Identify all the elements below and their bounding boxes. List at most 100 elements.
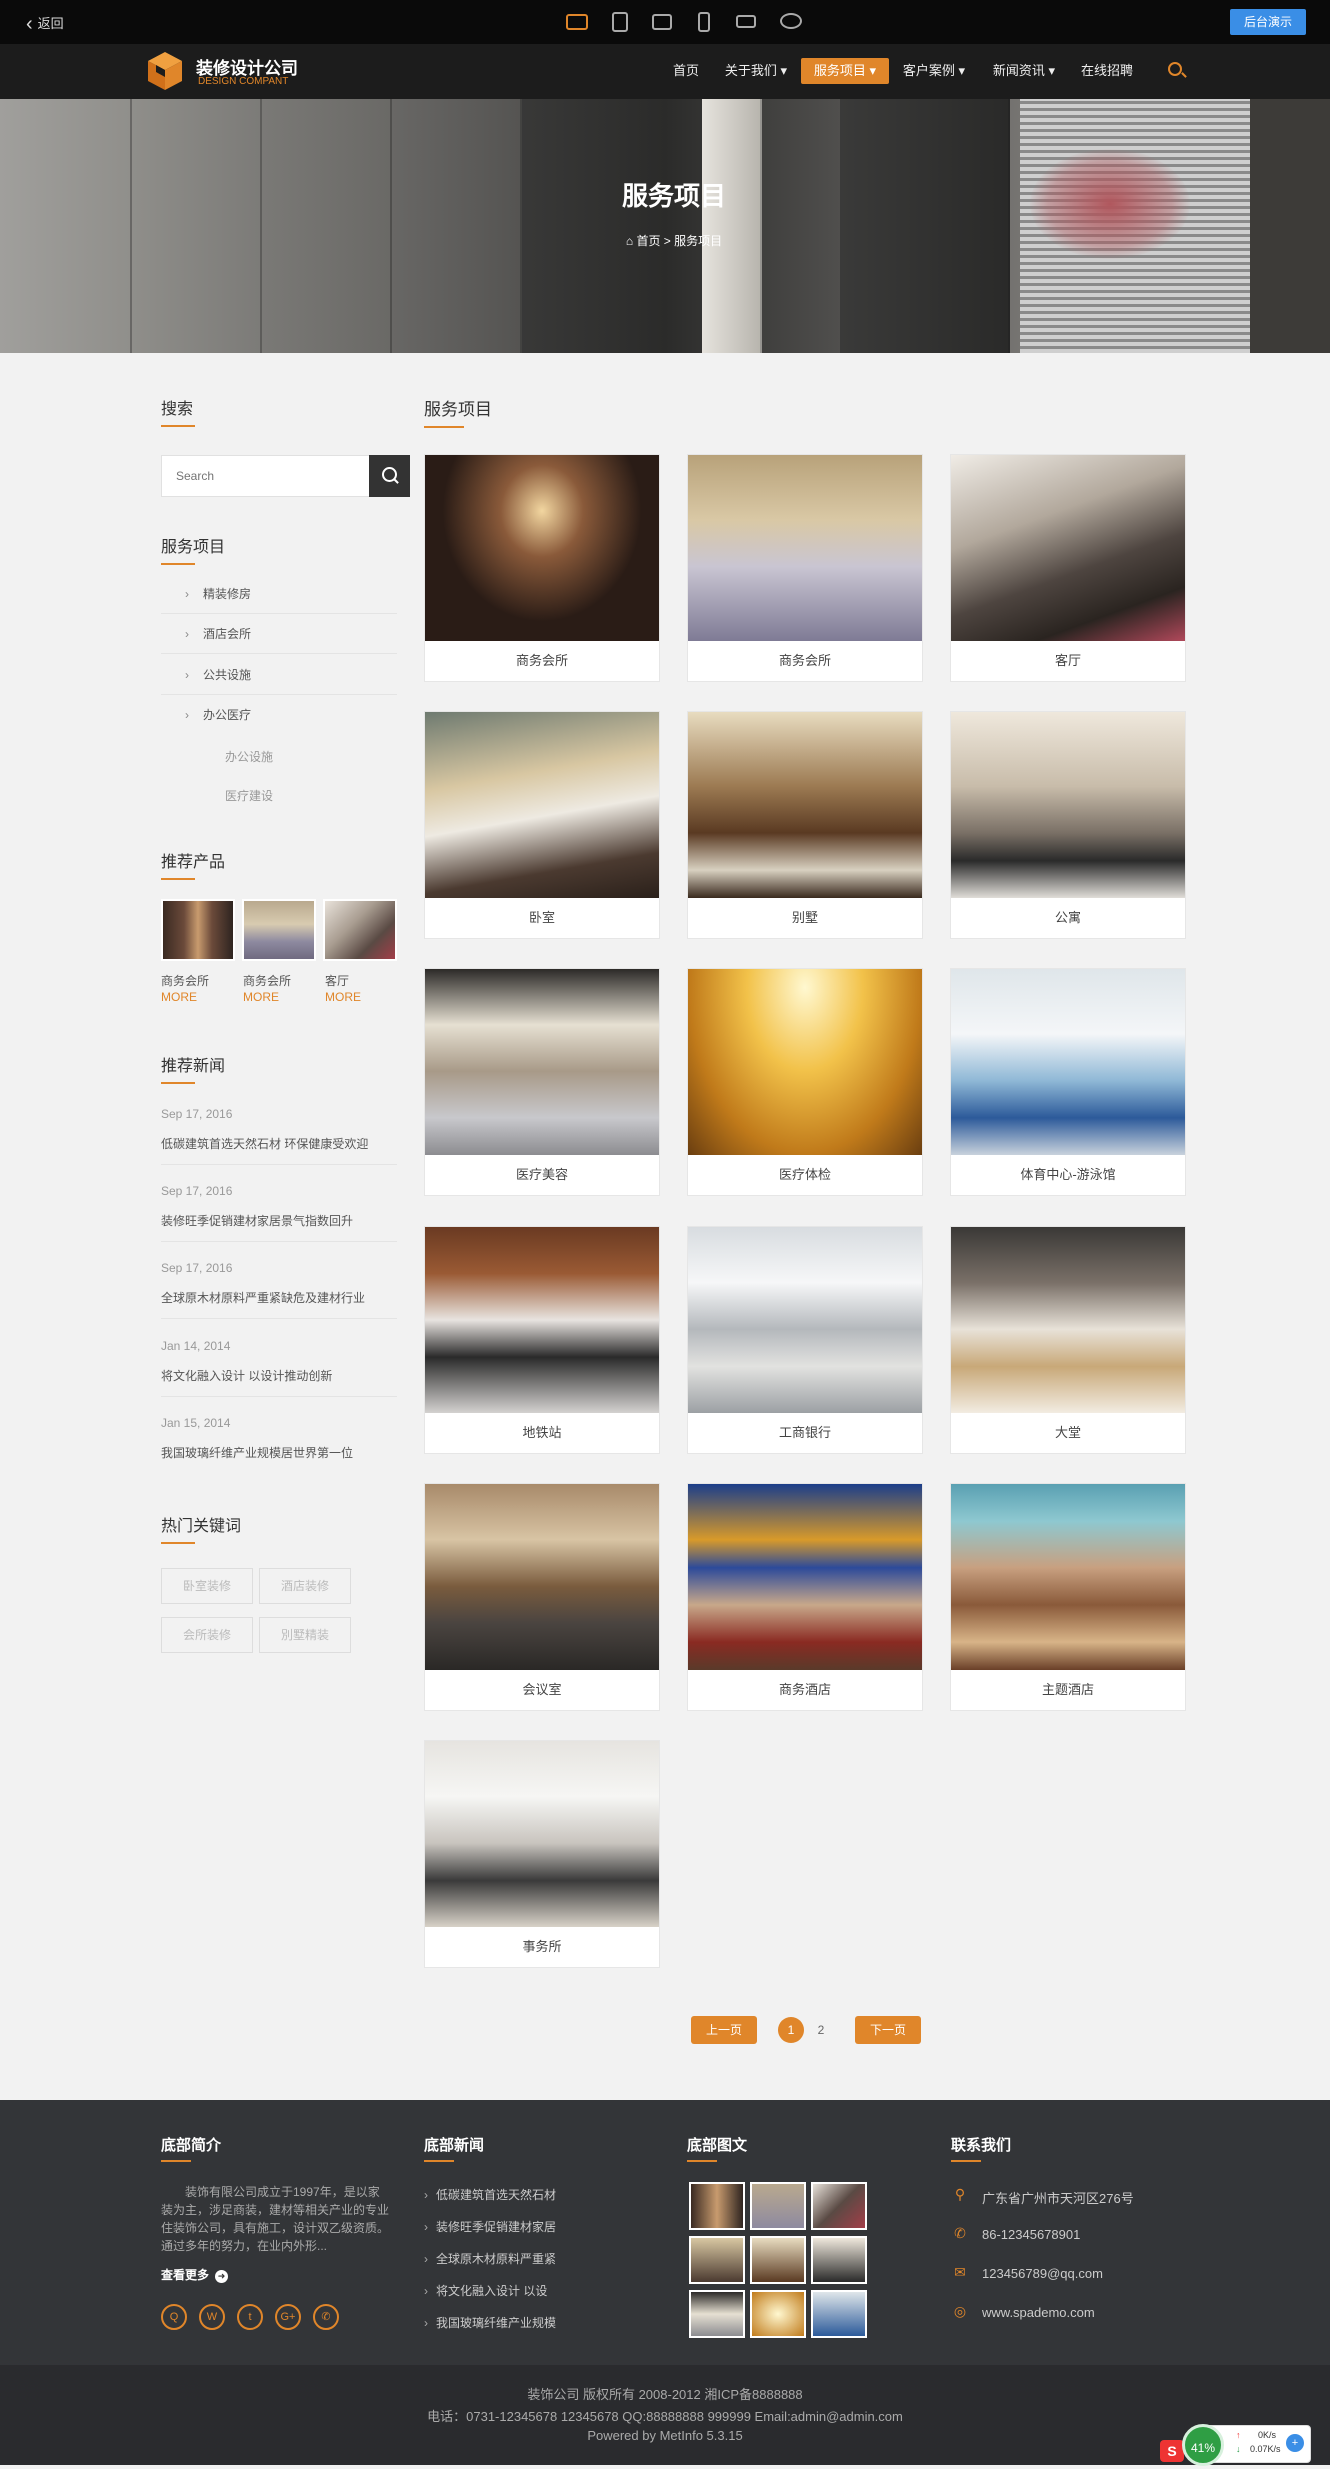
product-thumbnail[interactable]	[323, 899, 397, 961]
product-name[interactable]: 商务会所	[243, 972, 291, 989]
project-caption[interactable]: 医疗美容	[425, 1155, 659, 1195]
nav-item-services[interactable]: 服务项目 ▾	[801, 58, 889, 84]
phone-icon[interactable]	[698, 12, 710, 32]
project-card[interactable]: 客厅	[950, 454, 1186, 682]
subcategory-office[interactable]: 办公设施	[225, 748, 273, 765]
boost-icon[interactable]: +	[1286, 2434, 1304, 2452]
footer-gallery-thumb[interactable]	[750, 2236, 806, 2284]
project-caption[interactable]: 事务所	[425, 1927, 659, 1967]
project-card[interactable]: 大堂	[950, 1226, 1186, 1454]
product-more-link[interactable]: MORE	[161, 990, 197, 1004]
footer-gallery-thumb[interactable]	[689, 2182, 745, 2230]
project-image[interactable]	[688, 1484, 922, 1670]
footer-news-link[interactable]: 我国玻璃纤维产业规模	[424, 2314, 556, 2331]
project-caption[interactable]: 医疗体检	[688, 1155, 922, 1195]
footer-gallery-thumb[interactable]	[750, 2290, 806, 2338]
search-icon[interactable]	[1168, 62, 1182, 76]
project-image[interactable]	[425, 712, 659, 898]
product-name[interactable]: 客厅	[325, 972, 349, 989]
sidebar-item-hotel[interactable]: › 酒店会所	[161, 614, 397, 654]
project-card[interactable]: 事务所	[424, 1740, 660, 1968]
project-caption[interactable]: 商务会所	[425, 641, 659, 681]
powered-by[interactable]: Powered by MetInfo 5.3.15	[0, 2428, 1330, 2443]
project-card[interactable]: 医疗美容	[424, 968, 660, 1196]
nav-item-news[interactable]: 新闻资讯 ▾	[986, 58, 1062, 84]
sidebar-item-public[interactable]: › 公共设施	[161, 655, 397, 695]
news-title-link[interactable]: 全球原木材原料严重紧缺危及建材行业	[161, 1289, 397, 1319]
news-title-link[interactable]: 我国玻璃纤维产业规模居世界第一位	[161, 1444, 397, 1473]
qq-icon[interactable]: Q	[161, 2304, 187, 2330]
project-image[interactable]	[951, 969, 1185, 1155]
project-caption[interactable]: 商务会所	[688, 641, 922, 681]
project-card[interactable]: 商务酒店	[687, 1483, 923, 1711]
tablet-icon[interactable]	[612, 12, 628, 32]
project-image[interactable]	[951, 1484, 1185, 1670]
tablet-landscape-icon[interactable]	[652, 14, 672, 30]
project-image[interactable]	[425, 1227, 659, 1413]
project-image[interactable]	[688, 969, 922, 1155]
project-card[interactable]: 商务会所	[424, 454, 660, 682]
project-image[interactable]	[951, 455, 1185, 641]
twitter-icon[interactable]: t	[237, 2304, 263, 2330]
sidebar-item-decoration[interactable]: › 精装修房	[161, 574, 397, 614]
nav-item-about[interactable]: 关于我们 ▾	[718, 58, 794, 84]
nav-item-cases[interactable]: 客户案例 ▾	[896, 58, 972, 84]
search-input[interactable]	[162, 456, 362, 496]
google-plus-icon[interactable]: G+	[275, 2304, 301, 2330]
memory-usage-indicator[interactable]: 41%	[1182, 2424, 1224, 2466]
project-image[interactable]	[425, 1741, 659, 1927]
project-card[interactable]: 公寓	[950, 711, 1186, 939]
project-caption[interactable]: 地铁站	[425, 1413, 659, 1453]
project-image[interactable]	[688, 455, 922, 641]
nav-item-jobs[interactable]: 在线招聘	[1074, 58, 1140, 84]
keyword-tag[interactable]: 別墅精装	[259, 1617, 351, 1653]
back-link[interactable]: 返回	[26, 13, 64, 36]
project-caption[interactable]: 商务酒店	[688, 1670, 922, 1710]
project-card[interactable]: 工商银行	[687, 1226, 923, 1454]
product-more-link[interactable]: MORE	[243, 990, 279, 1004]
breadcrumb[interactable]: ⌂ 首页 > 服务项目	[0, 232, 1330, 249]
project-caption[interactable]: 体育中心-游泳馆	[951, 1155, 1185, 1195]
keyword-tag[interactable]: 酒店装修	[259, 1568, 351, 1604]
footer-news-link[interactable]: 全球原木材原料严重紧	[424, 2250, 556, 2267]
contact-website[interactable]: www.spademo.com	[982, 2305, 1095, 2320]
admin-demo-button[interactable]: 后台演示	[1230, 9, 1306, 35]
sidebar-item-office-medical[interactable]: › 办公医疗	[161, 695, 397, 735]
desktop-icon[interactable]	[566, 14, 588, 30]
project-card[interactable]: 卧室	[424, 711, 660, 939]
project-caption[interactable]: 工商银行	[688, 1413, 922, 1453]
project-caption[interactable]: 大堂	[951, 1413, 1185, 1453]
project-card[interactable]: 主题酒店	[950, 1483, 1186, 1711]
product-thumbnail[interactable]	[161, 899, 235, 961]
view-more-link[interactable]: 查看更多	[161, 2266, 228, 2283]
project-image[interactable]	[425, 969, 659, 1155]
logo-icon[interactable]	[146, 50, 184, 92]
next-page-button[interactable]: 下一页	[855, 2016, 921, 2044]
footer-gallery-thumb[interactable]	[689, 2236, 745, 2284]
footer-gallery-thumb[interactable]	[689, 2290, 745, 2338]
project-card[interactable]: 会议室	[424, 1483, 660, 1711]
footer-gallery-thumb[interactable]	[811, 2182, 867, 2230]
page-link[interactable]: 2	[808, 2016, 834, 2044]
project-image[interactable]	[951, 712, 1185, 898]
project-caption[interactable]: 客厅	[951, 641, 1185, 681]
project-image[interactable]	[688, 712, 922, 898]
project-caption[interactable]: 会议室	[425, 1670, 659, 1710]
project-caption[interactable]: 主题酒店	[951, 1670, 1185, 1710]
contact-email[interactable]: 123456789@qq.com	[982, 2266, 1103, 2281]
project-card[interactable]: 体育中心-游泳馆	[950, 968, 1186, 1196]
product-name[interactable]: 商务会所	[161, 972, 209, 989]
project-caption[interactable]: 卧室	[425, 898, 659, 938]
news-title-link[interactable]: 低碳建筑首选天然石材 环保健康受欢迎	[161, 1135, 397, 1165]
project-caption[interactable]: 公寓	[951, 898, 1185, 938]
wechat-icon[interactable]: ✆	[313, 2304, 339, 2330]
project-image[interactable]	[425, 1484, 659, 1670]
footer-gallery-thumb[interactable]	[750, 2182, 806, 2230]
footer-news-link[interactable]: 装修旺季促销建材家居	[424, 2218, 556, 2235]
product-more-link[interactable]: MORE	[325, 990, 361, 1004]
project-card[interactable]: 商务会所	[687, 454, 923, 682]
project-image[interactable]	[425, 455, 659, 641]
search-button[interactable]	[369, 455, 410, 497]
product-thumbnail[interactable]	[242, 899, 316, 961]
keyword-tag[interactable]: 会所装修	[161, 1617, 253, 1653]
